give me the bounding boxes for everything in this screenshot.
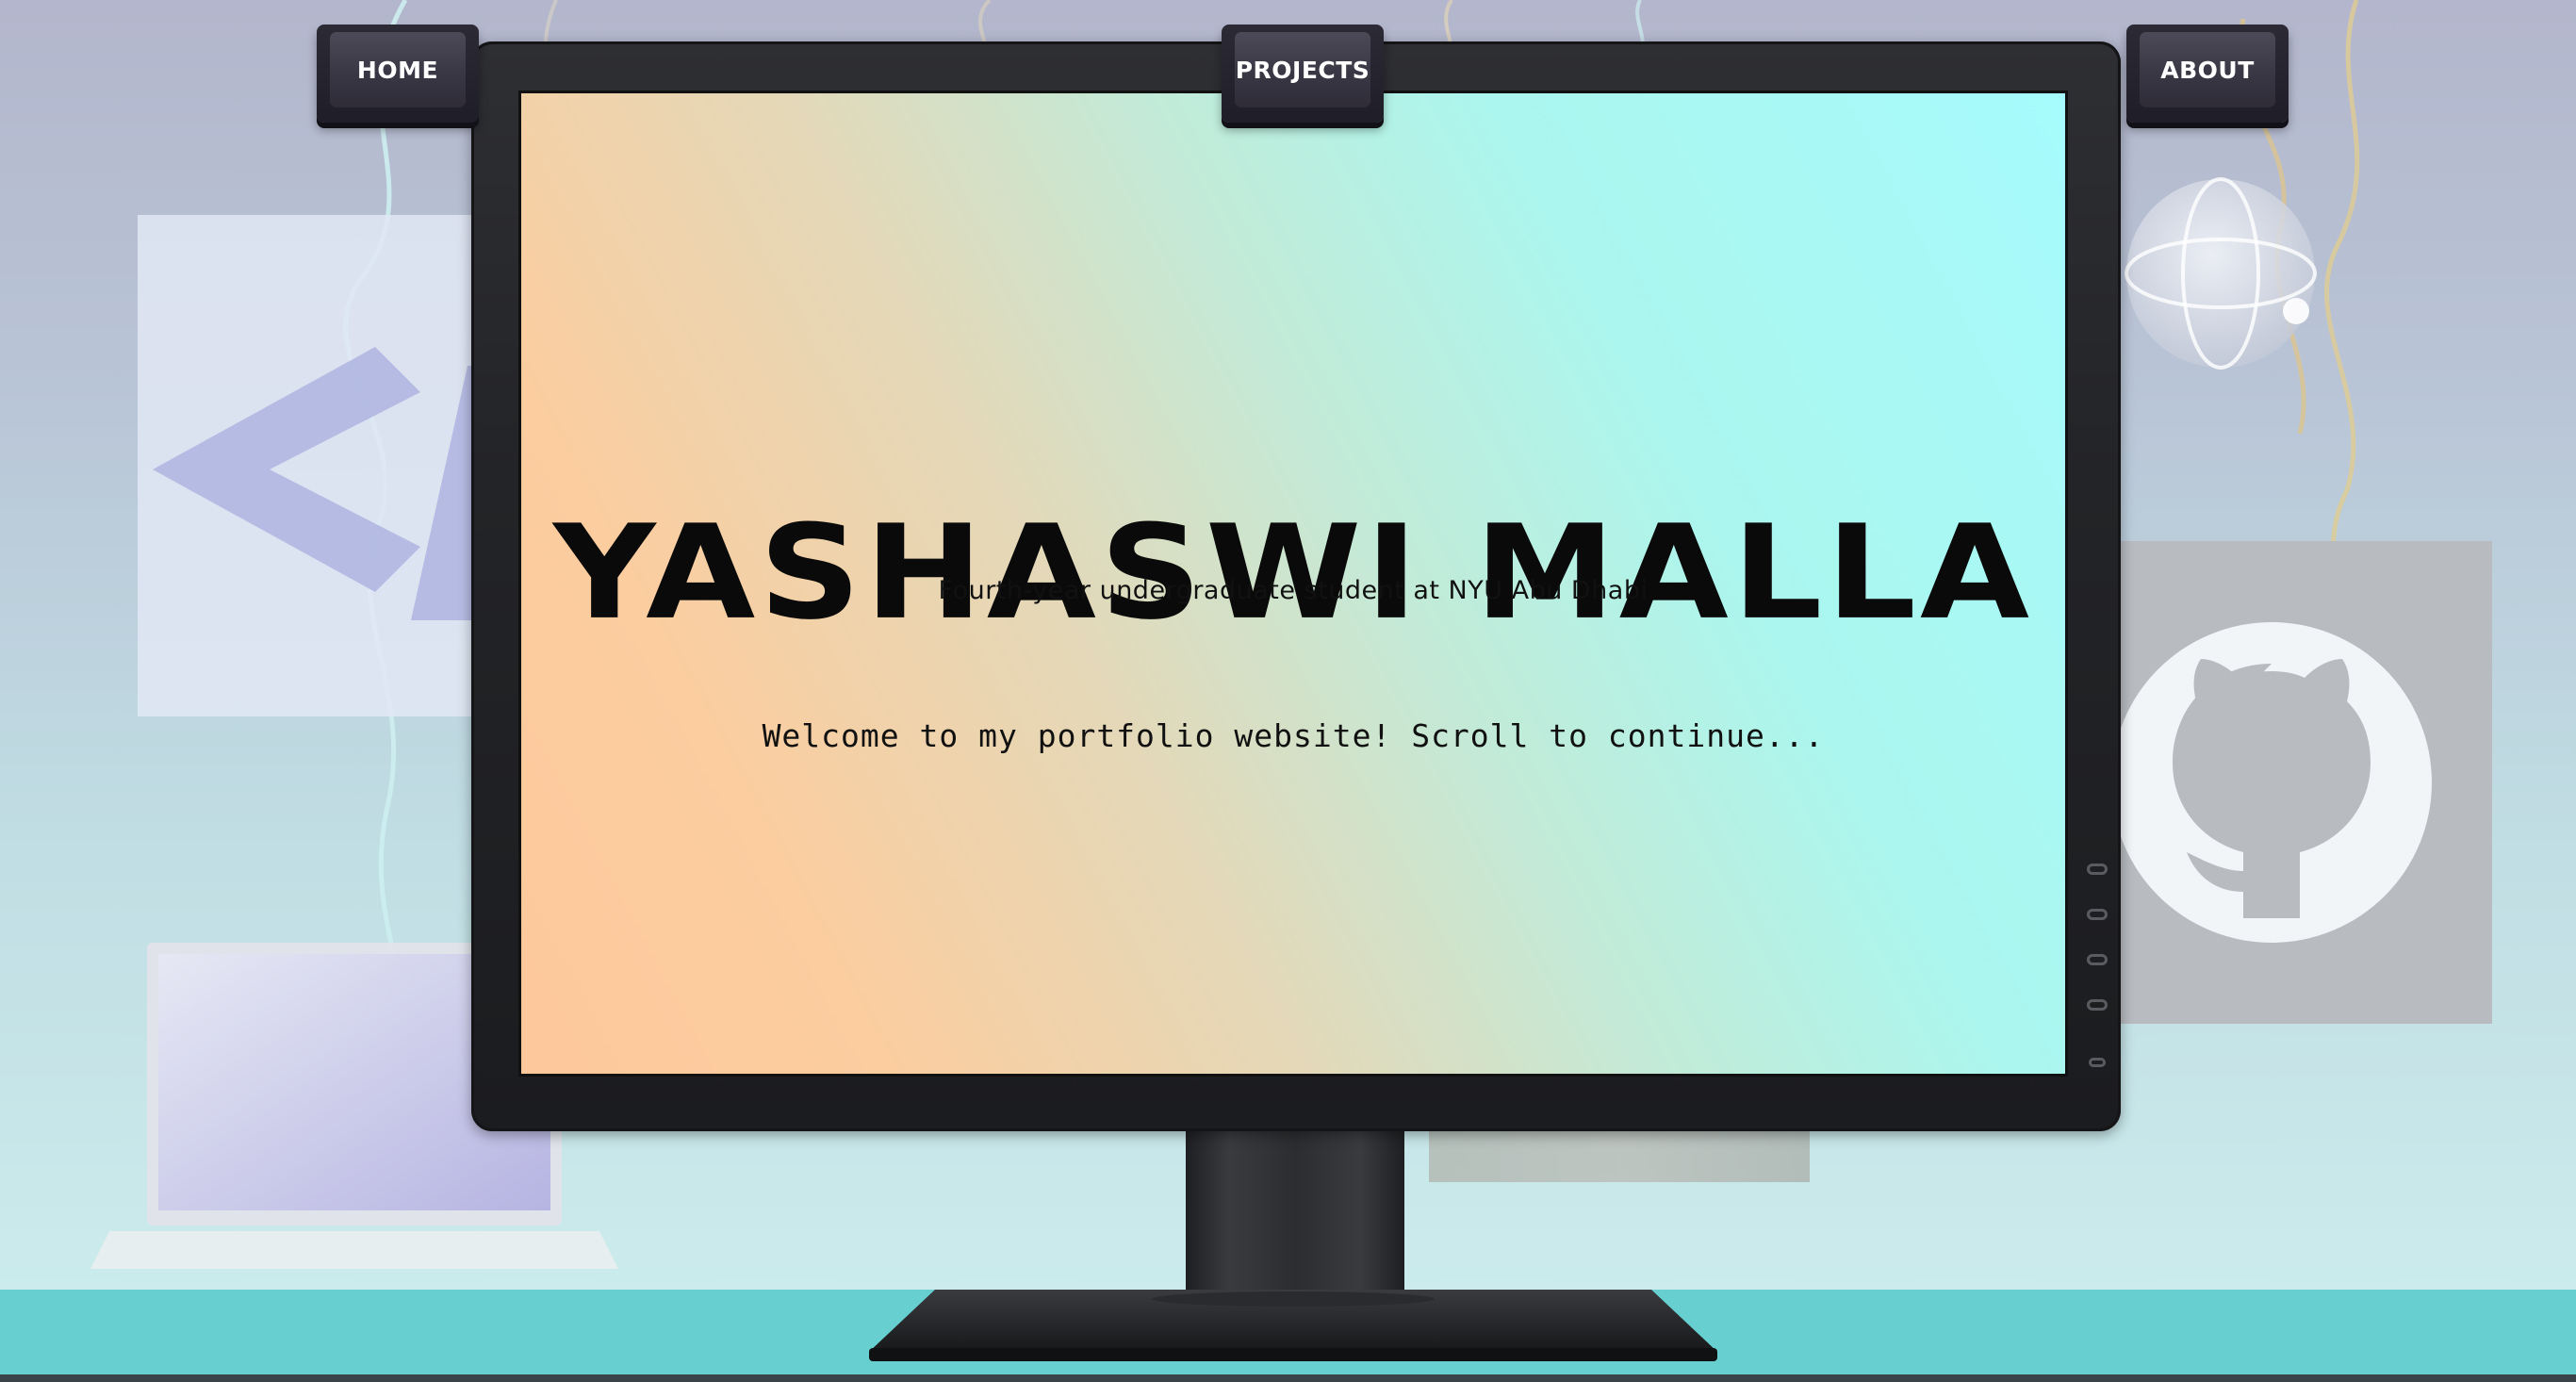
- nav-home-label: HOME: [356, 56, 439, 84]
- github-icon: [2111, 622, 2432, 943]
- power-button: [2089, 1058, 2106, 1067]
- monitor-button: [2087, 999, 2108, 1011]
- globe-icon: [2125, 177, 2317, 370]
- nav-home-button[interactable]: HOME: [317, 25, 479, 123]
- page-title: YASHASWI MALLA: [552, 497, 2034, 650]
- nav-about-label: ABOUT: [2160, 56, 2255, 84]
- monitor-button: [2087, 909, 2108, 920]
- monitor-stand-base: [869, 1290, 1717, 1361]
- monitor-button: [2087, 954, 2108, 965]
- nav-projects-keycap-face: PROJECTS: [1235, 32, 1370, 107]
- monitor-buttons: [2085, 864, 2111, 1071]
- nav-projects-label: PROJECTS: [1235, 56, 1370, 84]
- nav-home-keycap-face: HOME: [330, 32, 466, 107]
- monitor-screen: YASHASWI MALLA Fourth-year undergraduate…: [518, 90, 2068, 1077]
- nav-about-button[interactable]: ABOUT: [2126, 25, 2289, 123]
- floor-line: [0, 1374, 2576, 1382]
- nav-about-keycap-face: ABOUT: [2140, 32, 2275, 107]
- subtitle: Fourth-year undergraduate student at NYU…: [938, 576, 1649, 605]
- github-tile: [2074, 541, 2492, 1024]
- monitor-button: [2087, 864, 2108, 875]
- nav-projects-button[interactable]: PROJECTS: [1222, 25, 1384, 123]
- welcome-message: Welcome to my portfolio website! Scroll …: [762, 717, 1825, 754]
